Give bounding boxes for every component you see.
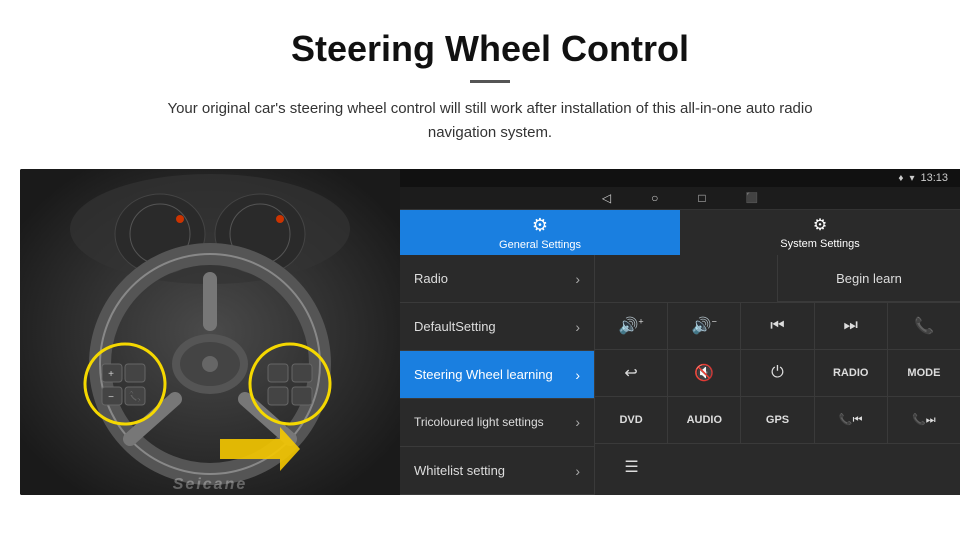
radio-label: RADIO [833, 367, 868, 379]
menu-item-default[interactable]: DefaultSetting › [400, 303, 594, 351]
mode-label: MODE [907, 367, 940, 379]
mute-button[interactable]: 🔇 [668, 350, 741, 396]
svg-text:Seicane: Seicane [173, 476, 247, 493]
next-button[interactable]: ⏭ [815, 303, 888, 349]
prev-button[interactable]: ⏮ [741, 303, 814, 349]
title-divider [470, 80, 510, 83]
menu-icon-button[interactable]: ☰ [595, 444, 668, 490]
power-icon: ⏻ [771, 364, 784, 382]
phone-next-icon: 📞⏭ [912, 413, 936, 427]
system-settings-label: System Settings [780, 238, 859, 250]
general-settings-icon: ⚙ [532, 215, 548, 236]
dvd-label: DVD [619, 414, 642, 426]
button-row-4: ☰ [595, 444, 960, 490]
chevron-icon: › [575, 319, 580, 335]
steering-wheel-svg: + − 📞 Seicane [20, 169, 400, 495]
menu-item-whitelist[interactable]: Whitelist setting › [400, 447, 594, 495]
begin-learn-button[interactable]: Begin learn [778, 255, 960, 302]
dvd-button[interactable]: DVD [595, 397, 668, 443]
phone-prev-icon: 📞⏮ [839, 413, 863, 427]
nav-recents-icon[interactable]: □ [698, 191, 705, 205]
chevron-icon: › [575, 367, 580, 383]
radio-button[interactable]: RADIO [815, 350, 888, 396]
svg-text:+: + [108, 369, 114, 380]
panel-top-row: Begin learn [595, 255, 960, 303]
page-title: Steering Wheel Control [20, 28, 960, 70]
button-row-1: 🔊+ 🔊− ⏮ ⏭ 📞 [595, 303, 960, 350]
menu-radio-label: Radio [414, 271, 448, 286]
statusbar-right: ♦ ▾ 13:13 [898, 172, 948, 184]
steering-wheel-image: + − 📞 Seicane [20, 169, 400, 495]
begin-learn-label: Begin learn [836, 271, 902, 286]
audio-label: AUDIO [687, 414, 722, 426]
phone-button[interactable]: 📞 [888, 303, 960, 349]
page-subtitle: Your original car's steering wheel contr… [140, 97, 840, 145]
hamburger-icon: ☰ [624, 457, 638, 477]
menu-item-steering[interactable]: Steering Wheel learning › [400, 351, 594, 399]
vol-down-icon: 🔊− [692, 316, 717, 336]
panel-empty-box [595, 255, 778, 302]
nav-back-icon[interactable]: ◁ [602, 191, 611, 205]
system-settings-icon: ⚙ [813, 215, 827, 235]
settings-main: Radio › DefaultSetting › Steering Wheel … [400, 255, 960, 495]
location-icon: ♦ [898, 173, 903, 184]
chevron-icon: › [575, 463, 580, 479]
android-device: ♦ ▾ 13:13 ◁ ○ □ ⬛ ⚙ General Settings ⚙ [400, 169, 960, 495]
phone-icon: 📞 [914, 316, 934, 336]
end-call-button[interactable]: ↩ [595, 350, 668, 396]
next-icon: ⏭ [844, 317, 858, 335]
vol-up-button[interactable]: 🔊+ [595, 303, 668, 349]
mode-button[interactable]: MODE [888, 350, 960, 396]
nav-home-icon[interactable]: ○ [651, 191, 658, 205]
nav-extra-icon[interactable]: ⬛ [746, 193, 758, 204]
settings-tabs: ⚙ General Settings ⚙ System Settings [400, 210, 960, 255]
prev-icon: ⏮ [770, 317, 784, 335]
settings-menu: Radio › DefaultSetting › Steering Wheel … [400, 255, 595, 495]
menu-whitelist-label: Whitelist setting [414, 463, 505, 478]
phone-prev-button[interactable]: 📞⏮ [815, 397, 888, 443]
page-header: Steering Wheel Control Your original car… [0, 0, 980, 155]
button-row-2: ↩ 🔇 ⏻ RADIO MODE [595, 350, 960, 397]
tab-system[interactable]: ⚙ System Settings [680, 210, 960, 255]
chevron-icon: › [575, 414, 580, 431]
time-display: 13:13 [920, 172, 948, 184]
menu-default-label: DefaultSetting [414, 319, 496, 334]
mute-icon: 🔇 [694, 363, 714, 383]
android-navbar[interactable]: ◁ ○ □ ⬛ [400, 187, 960, 210]
svg-text:−: − [108, 392, 114, 403]
menu-item-radio[interactable]: Radio › [400, 255, 594, 303]
android-statusbar: ♦ ▾ 13:13 [400, 169, 960, 187]
general-settings-label: General Settings [499, 239, 581, 251]
menu-item-tricolour[interactable]: Tricoloured light settings › [400, 399, 594, 447]
vol-down-button[interactable]: 🔊− [668, 303, 741, 349]
chevron-icon: › [575, 271, 580, 287]
settings-panel: Begin learn 🔊+ 🔊− ⏮ [595, 255, 960, 495]
power-button[interactable]: ⏻ [741, 350, 814, 396]
phone-next-button[interactable]: 📞⏭ [888, 397, 960, 443]
menu-steering-label: Steering Wheel learning [414, 367, 553, 382]
vol-up-icon: 🔊+ [619, 316, 644, 336]
end-call-icon: ↩ [624, 363, 637, 383]
svg-text:📞: 📞 [129, 390, 142, 403]
content-area: + − 📞 Seicane [20, 169, 960, 495]
audio-button[interactable]: AUDIO [668, 397, 741, 443]
wifi-icon: ▾ [909, 173, 914, 184]
page-wrapper: Steering Wheel Control Your original car… [0, 0, 980, 495]
menu-tricolour-label: Tricoloured light settings [414, 415, 544, 429]
gps-label: GPS [766, 414, 789, 426]
button-row-3: DVD AUDIO GPS 📞⏮ 📞⏭ [595, 397, 960, 444]
gps-button[interactable]: GPS [741, 397, 814, 443]
tab-general[interactable]: ⚙ General Settings [400, 210, 680, 255]
